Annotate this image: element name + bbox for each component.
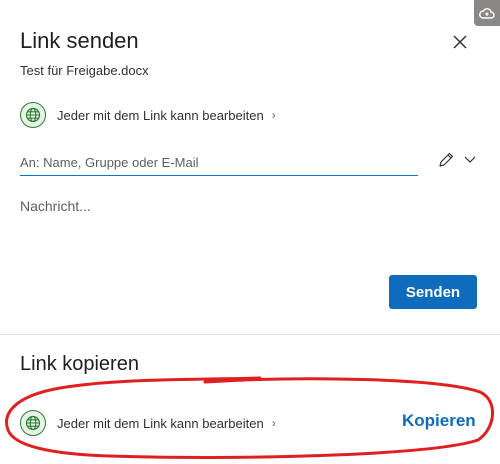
chevron-down-icon [464, 156, 476, 163]
chevron-right-icon: › [271, 108, 276, 122]
globe-icon [20, 410, 46, 436]
recipient-dropdown[interactable] [462, 151, 478, 167]
message-input[interactable] [20, 198, 478, 258]
edit-permissions-button[interactable] [436, 150, 456, 170]
permission-label: Jeder mit dem Link kann bearbeiten [57, 415, 264, 431]
file-name: Test für Freigabe.docx [20, 63, 149, 78]
close-button[interactable] [448, 30, 472, 54]
chevron-right-icon: › [271, 416, 276, 430]
send-permission-selector[interactable]: Jeder mit dem Link kann bearbeiten › [20, 101, 276, 129]
globe-icon [20, 102, 46, 128]
cloud-icon [479, 8, 495, 19]
recipient-input[interactable] [20, 150, 418, 176]
copy-button[interactable]: Kopieren [402, 411, 476, 431]
send-button[interactable]: Senden [389, 275, 477, 309]
permission-label: Jeder mit dem Link kann bearbeiten [57, 107, 264, 123]
dialog-title: Link senden [20, 28, 139, 53]
copy-link-title: Link kopieren [20, 353, 139, 375]
close-icon [453, 35, 467, 49]
copy-permission-selector[interactable]: Jeder mit dem Link kann bearbeiten › [20, 409, 276, 437]
section-divider [0, 334, 500, 335]
pencil-icon [439, 152, 454, 167]
cloud-badge [474, 0, 500, 26]
